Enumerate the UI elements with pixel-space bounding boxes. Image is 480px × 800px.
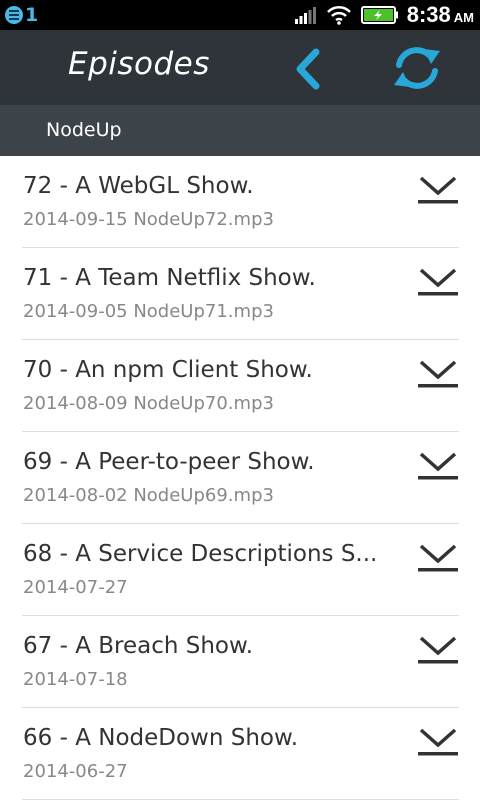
episode-subtitle: 2014-06-27 bbox=[23, 761, 128, 782]
download-icon[interactable] bbox=[417, 542, 459, 576]
episode-title: 66 - A NodeDown Show. bbox=[23, 725, 299, 751]
back-button[interactable] bbox=[282, 45, 332, 93]
download-icon[interactable] bbox=[417, 266, 459, 300]
download-icon[interactable] bbox=[417, 174, 459, 208]
signal-icon bbox=[294, 7, 316, 24]
podcast-title: NodeUp bbox=[46, 119, 122, 141]
episode-subtitle: 2014-08-09 NodeUp70.mp3 bbox=[23, 393, 274, 414]
episode-title: 68 - A Service Descriptions S... bbox=[23, 541, 378, 567]
battery-icon bbox=[360, 6, 398, 24]
episode-list: 72 - A WebGL Show. 2014-09-15 NodeUp72.m… bbox=[0, 156, 480, 800]
refresh-button[interactable] bbox=[386, 43, 448, 93]
chevron-left-icon bbox=[296, 48, 320, 90]
notification-icon bbox=[5, 6, 23, 24]
episode-item[interactable]: 66 - A NodeDown Show. 2014-06-27 bbox=[22, 708, 459, 800]
episode-subtitle: 2014-07-18 bbox=[23, 669, 128, 690]
clock-ampm: AM bbox=[453, 10, 474, 25]
episode-title: 70 - An npm Client Show. bbox=[23, 357, 313, 383]
wifi-icon bbox=[326, 5, 351, 25]
notification-count: 1 bbox=[25, 4, 39, 26]
episode-title: 67 - A Breach Show. bbox=[23, 633, 253, 659]
status-indicators: 8:38 AM bbox=[294, 0, 474, 30]
app-header: Episodes bbox=[0, 30, 480, 105]
episode-item[interactable]: 69 - A Peer-to-peer Show. 2014-08-02 Nod… bbox=[22, 432, 459, 524]
episode-title: 71 - A Team Netflix Show. bbox=[23, 265, 316, 291]
episode-item[interactable]: 68 - A Service Descriptions S... 2014-07… bbox=[22, 524, 459, 616]
page-title: Episodes bbox=[68, 46, 210, 82]
episode-title: 72 - A WebGL Show. bbox=[23, 173, 254, 199]
episode-title: 69 - A Peer-to-peer Show. bbox=[23, 449, 315, 475]
episode-item[interactable]: 71 - A Team Netflix Show. 2014-09-05 Nod… bbox=[22, 248, 459, 340]
episode-item[interactable]: 67 - A Breach Show. 2014-07-18 bbox=[22, 616, 459, 708]
refresh-icon bbox=[394, 47, 440, 89]
episode-subtitle: 2014-08-02 NodeUp69.mp3 bbox=[23, 485, 274, 506]
download-icon[interactable] bbox=[417, 450, 459, 484]
notification-indicator[interactable]: 1 bbox=[5, 5, 38, 25]
episode-item[interactable]: 72 - A WebGL Show. 2014-09-15 NodeUp72.m… bbox=[22, 156, 459, 248]
status-bar: 1 8:38 AM bbox=[0, 0, 480, 30]
episode-item[interactable]: 70 - An npm Client Show. 2014-08-09 Node… bbox=[22, 340, 459, 432]
episode-subtitle: 2014-09-05 NodeUp71.mp3 bbox=[23, 301, 274, 322]
download-icon[interactable] bbox=[417, 634, 459, 668]
clock-time: 8:38 bbox=[406, 2, 451, 27]
download-icon[interactable] bbox=[417, 358, 459, 392]
episode-subtitle: 2014-09-15 NodeUp72.mp3 bbox=[23, 209, 274, 230]
download-icon[interactable] bbox=[417, 726, 459, 760]
podcast-subheader: NodeUp bbox=[0, 105, 480, 156]
episode-subtitle: 2014-07-27 bbox=[23, 577, 128, 598]
